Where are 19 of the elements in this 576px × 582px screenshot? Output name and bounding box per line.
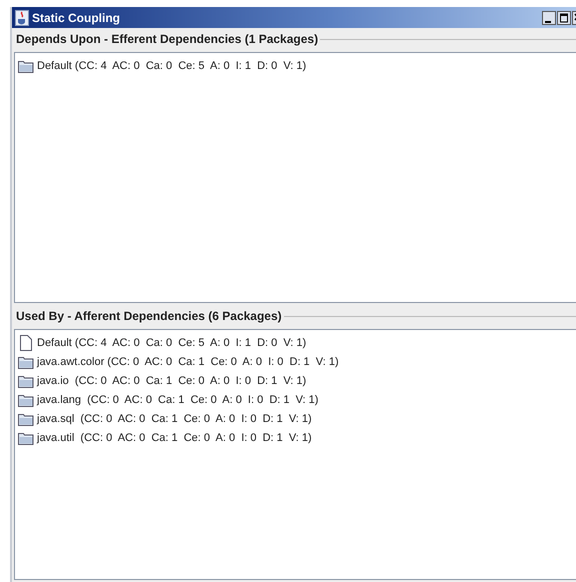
section-title: Used By - Afferent Dependencies (6 Packages): [16, 309, 282, 323]
folder-icon: [18, 430, 34, 444]
tree-item[interactable]: Default (CC: 4 AC: 0 Ca: 0 Ce: 5 A: 0 I: 1 D: 0 V: 1): [37, 60, 306, 72]
window-title: Static Coupling: [32, 10, 120, 24]
tree-item[interactable]: Default (CC: 4 AC: 0 Ca: 0 Ce: 5 A: 0 I: 1 D: 0 V: 1): [37, 336, 306, 348]
tree-item[interactable]: java.io (CC: 0 AC: 0 Ca: 1 Ce: 0 A: 0 I: 0 D: 1 V: 1): [37, 374, 306, 386]
tree-item[interactable]: java.sql (CC: 0 AC: 0 Ca: 1 Ce: 0 A: 0 I: 0 D: 1 V: 1): [37, 412, 312, 424]
tree-item[interactable]: java.util (CC: 0 AC: 0 Ca: 1 Ce: 0 A: 0 I: 0 D: 1 V: 1): [37, 432, 312, 444]
file-icon: [18, 334, 34, 350]
tree-item[interactable]: java.lang (CC: 0 AC: 0 Ca: 1 Ce: 0 A: 0 I: 0 D: 1 V: 1): [37, 394, 318, 406]
folder-icon: [18, 374, 34, 388]
cup-icon: [15, 10, 29, 26]
minimize-icon[interactable]: [542, 10, 556, 24]
folder-icon: [18, 412, 34, 426]
folder-icon: [18, 58, 34, 72]
folder-icon: [18, 392, 34, 406]
section-title: Depends Upon - Efferent Dependencies (1 Packages): [16, 32, 318, 46]
folder-icon: [18, 354, 34, 368]
tree-item[interactable]: java.awt.color (CC: 0 AC: 0 Ca: 1 Ce: 0 A: 0 I: 0 D: 1 V: 1): [37, 356, 339, 368]
